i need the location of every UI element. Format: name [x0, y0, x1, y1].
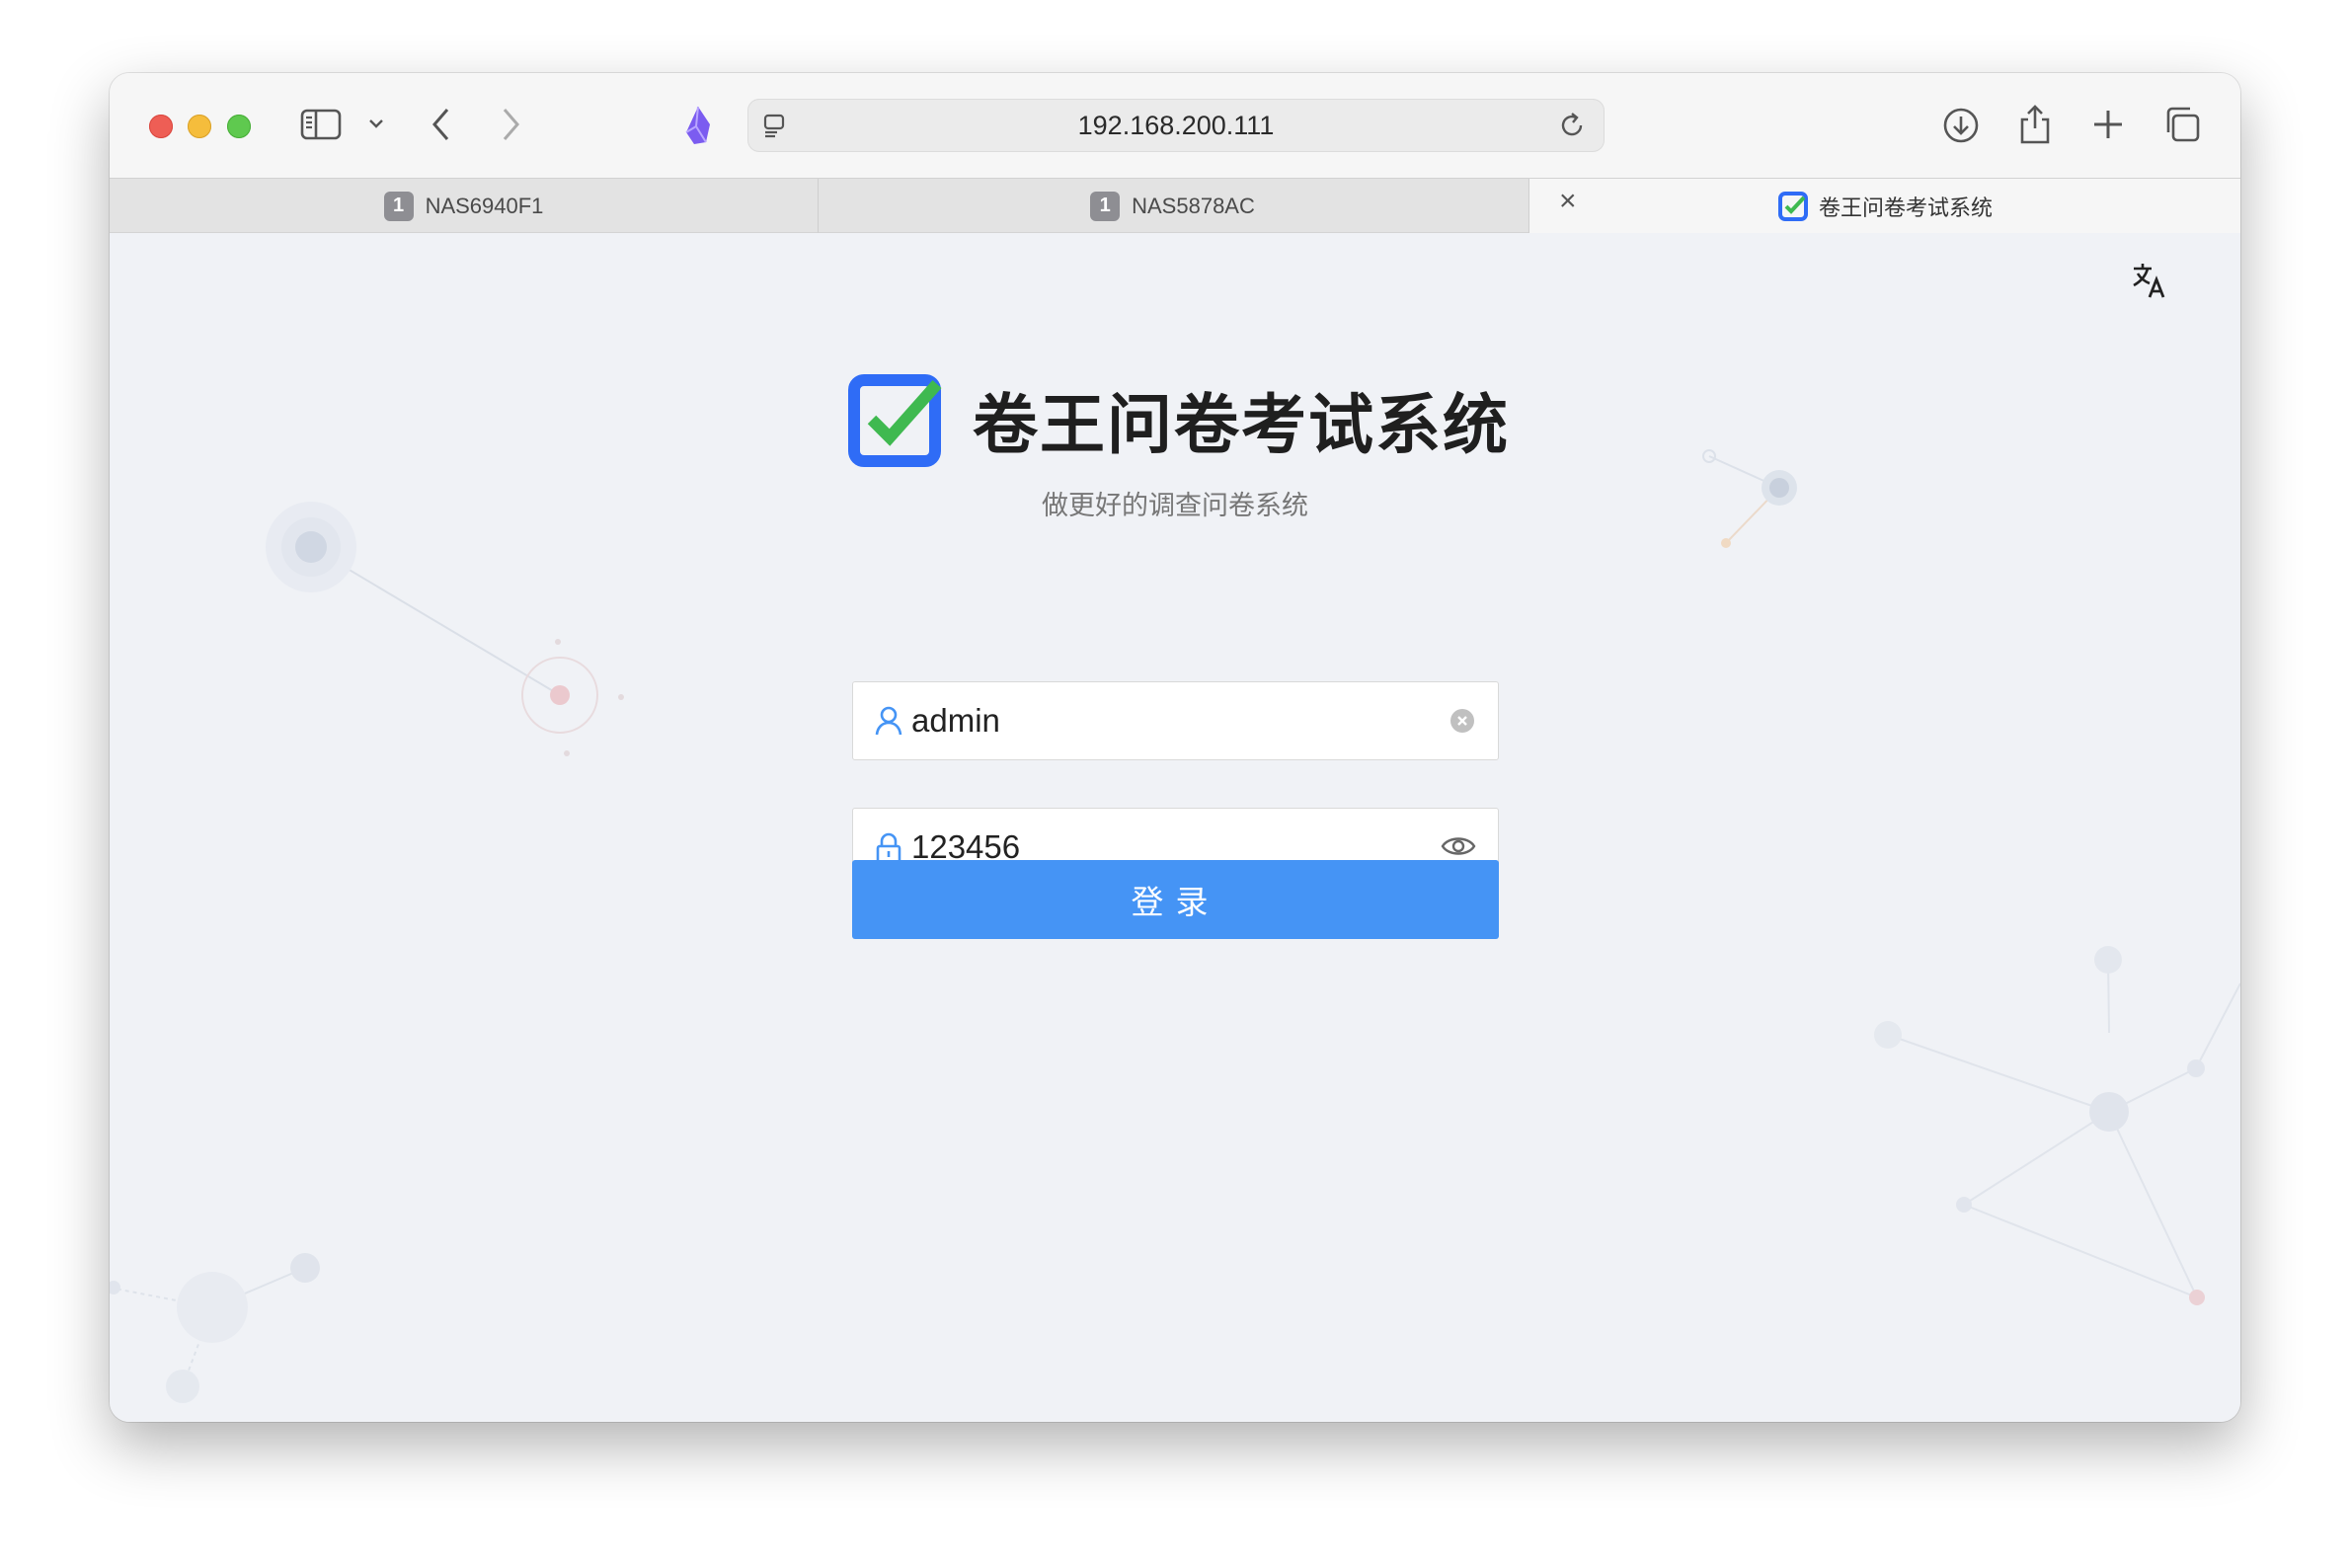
- url-text: 192.168.200.111: [1077, 111, 1275, 140]
- browser-toolbar: 192.168.200.111: [110, 73, 2240, 178]
- new-tab-icon[interactable]: [2091, 108, 2125, 141]
- back-icon[interactable]: [430, 106, 453, 143]
- tab-bar: 1 NAS6940F1 1 NAS5878AC × 卷王问卷考试系统: [110, 178, 2240, 233]
- download-icon[interactable]: [1941, 106, 1981, 145]
- tab-active-survey[interactable]: × 卷王问卷考试系统: [1529, 179, 2240, 233]
- reload-icon[interactable]: [1557, 111, 1587, 140]
- survey-favicon-icon: [1777, 191, 1808, 221]
- login-button[interactable]: 登录: [852, 860, 1499, 939]
- tab-overview-icon[interactable]: [2162, 105, 2202, 144]
- tab-title: 卷王问卷考试系统: [1818, 195, 1993, 220]
- app-logo-icon: [848, 374, 942, 467]
- zoom-window-button[interactable]: [227, 115, 251, 138]
- tab-badge: 1: [1090, 191, 1121, 221]
- chevron-down-icon[interactable]: [367, 115, 385, 132]
- address-bar[interactable]: 192.168.200.111: [747, 99, 1605, 152]
- sidebar-toggle-icon[interactable]: [300, 108, 342, 141]
- minimize-window-button[interactable]: [188, 115, 211, 138]
- page-content: 卷王问卷考试系统 做更好的调查问卷系统 admin 123456 登录: [110, 233, 2240, 1422]
- extension-icon[interactable]: [682, 105, 714, 146]
- browser-window: 192.168.200.111 1 NAS6940F1 1 NAS5878AC: [110, 73, 2240, 1422]
- forward-icon[interactable]: [499, 106, 522, 143]
- clear-icon[interactable]: [1449, 707, 1476, 740]
- tab-nas6940f1[interactable]: 1 NAS6940F1: [110, 179, 818, 233]
- app-logo-row: 卷王问卷考试系统: [848, 372, 1510, 467]
- app-title: 卷王问卷考试系统: [973, 388, 1510, 461]
- username-input[interactable]: admin: [911, 682, 1000, 759]
- tab-title: NAS5878AC: [1132, 193, 1255, 218]
- tab-badge: 1: [383, 191, 414, 221]
- close-tab-icon[interactable]: ×: [1559, 185, 1577, 218]
- tab-nas5878ac[interactable]: 1 NAS5878AC: [819, 179, 1527, 233]
- share-icon[interactable]: [2017, 103, 2053, 146]
- app-subtitle: 做更好的调查问卷系统: [1042, 491, 1308, 520]
- translate-icon[interactable]: [2130, 261, 2169, 305]
- tab-title: NAS6940F1: [425, 193, 544, 218]
- username-field[interactable]: admin: [852, 681, 1499, 760]
- user-icon: [875, 706, 902, 741]
- close-window-button[interactable]: [149, 115, 173, 138]
